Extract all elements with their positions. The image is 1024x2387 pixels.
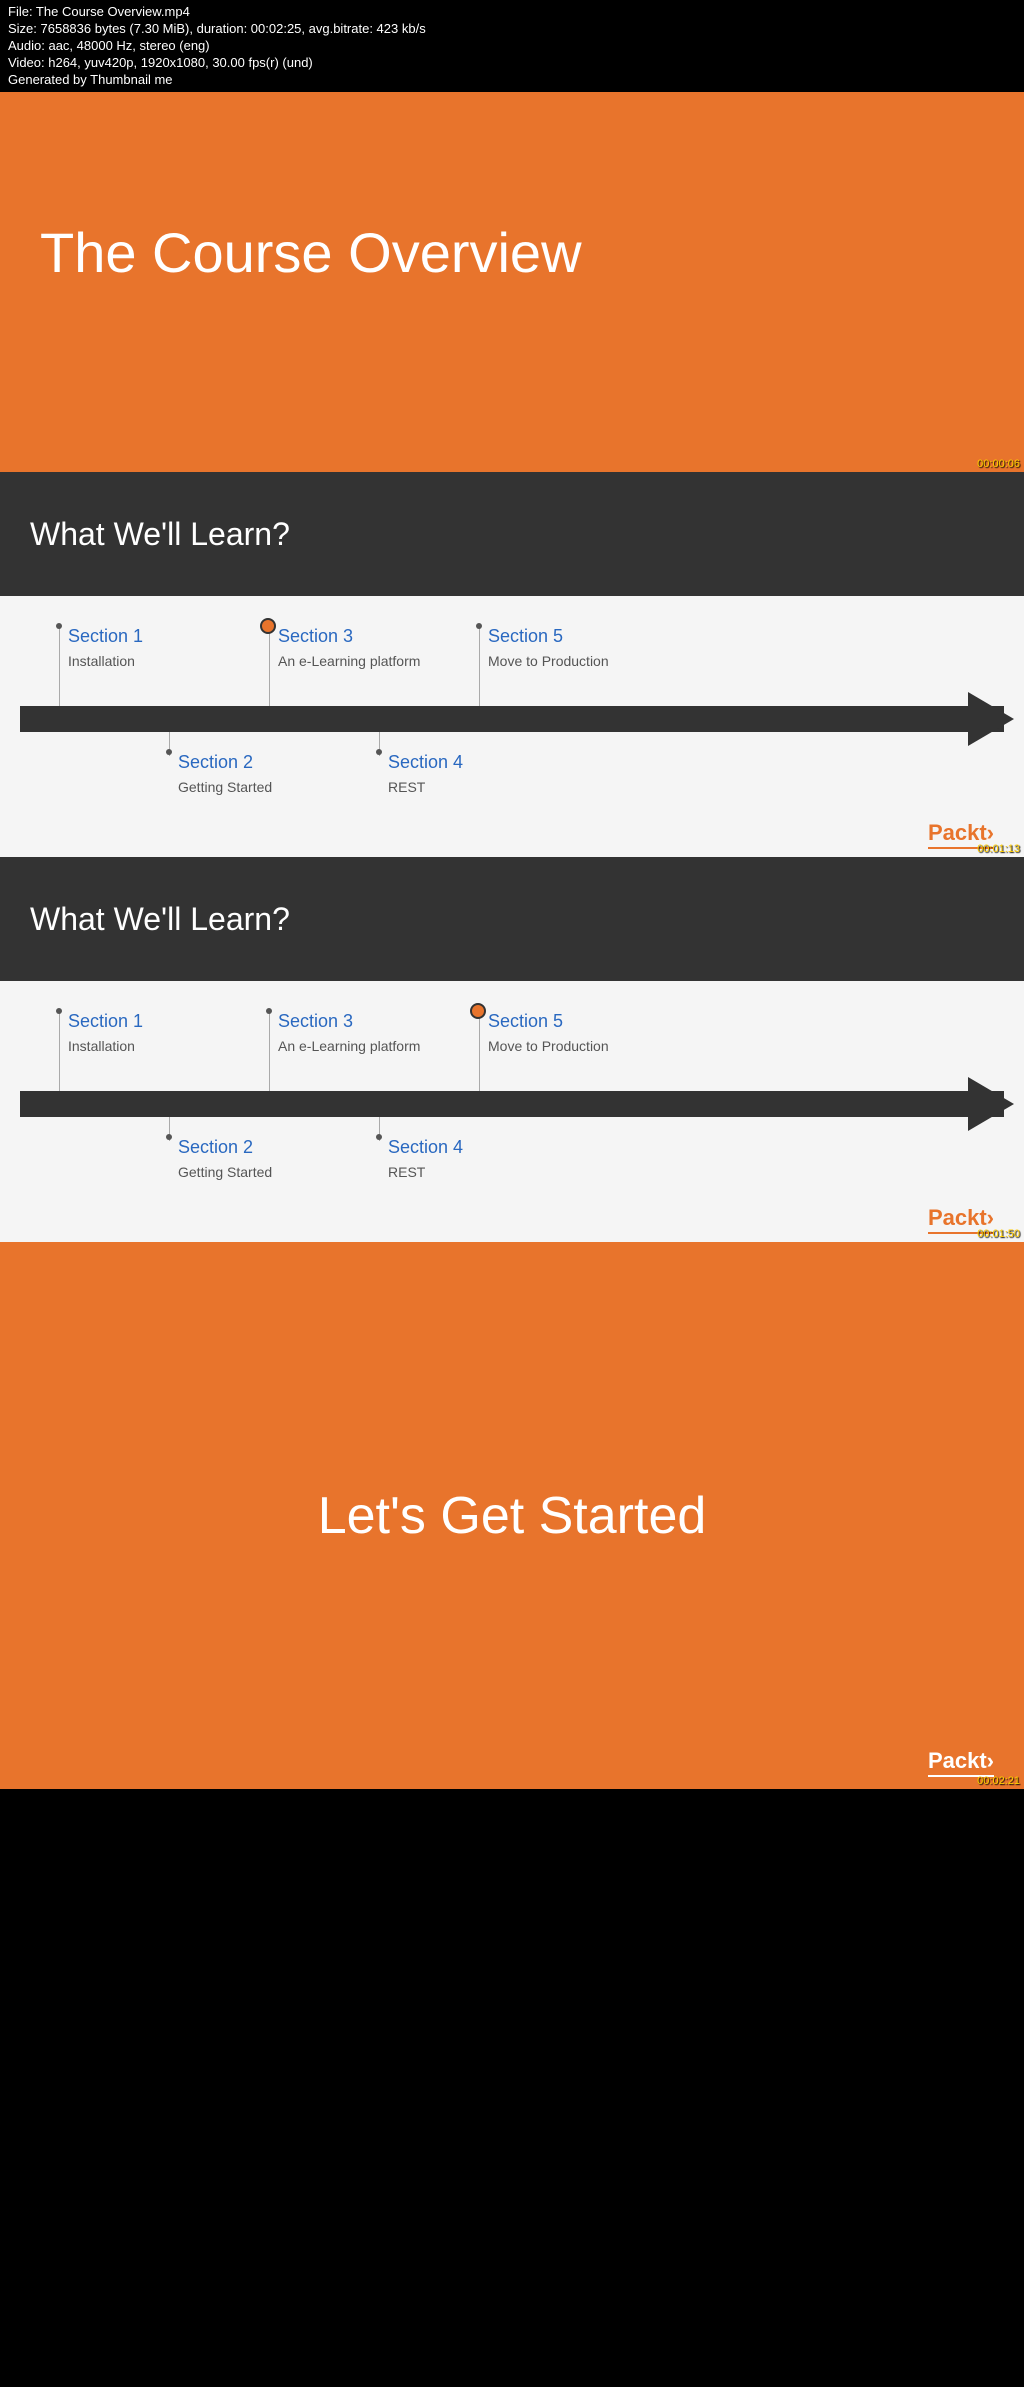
slide-header: What We'll Learn? [0, 857, 1024, 981]
timeline-item-5: Section 5 Move to Production [480, 1011, 680, 1055]
section-title: Section 5 [480, 1011, 680, 1032]
section-desc: Getting Started [170, 1163, 370, 1181]
timeline: Section 1 Installation Section 3 An e-Le… [20, 1011, 1004, 1211]
section-title: Section 5 [480, 626, 680, 647]
timeline-connector [479, 626, 480, 706]
section-desc: REST [380, 778, 580, 796]
section-title: Section 3 [270, 1011, 470, 1032]
section-desc: REST [380, 1163, 580, 1181]
timestamp: 00:02:21 [977, 1775, 1020, 1787]
timeline-connector [269, 1011, 270, 1091]
section-desc: An e-Learning platform [270, 1037, 470, 1055]
section-title: Section 4 [380, 752, 580, 773]
timeline-item-4: Section 4 REST [380, 752, 580, 796]
timeline-item-5: Section 5 Move to Production [480, 626, 680, 670]
timeline-connector [479, 1011, 480, 1091]
slide-learn-1: What We'll Learn? Section 1 Installation… [0, 472, 1024, 857]
slide-content: Section 1 Installation Section 3 An e-Le… [0, 981, 1024, 1242]
timeline-item-4: Section 4 REST [380, 1137, 580, 1181]
timeline-item-3: Section 3 An e-Learning platform [270, 1011, 470, 1055]
meta-file: File: The Course Overview.mp4 [8, 4, 1016, 21]
timestamp: 00:01:13 [977, 843, 1020, 855]
timestamp: 00:01:50 [977, 1228, 1020, 1240]
get-started-title: Let's Get Started [318, 1486, 707, 1546]
course-title: The Course Overview [40, 220, 582, 285]
slide-content: Section 1 Installation Section 3 An e-Le… [0, 596, 1024, 857]
timeline-item-2: Section 2 Getting Started [170, 752, 370, 796]
meta-generated: Generated by Thumbnail me [8, 72, 1016, 89]
timeline-arrowhead-icon [968, 1077, 1014, 1131]
timeline-arrowhead-icon [968, 692, 1014, 746]
section-title: Section 2 [170, 1137, 370, 1158]
timestamp: 00:00:06 [977, 458, 1020, 470]
video-metadata: File: The Course Overview.mp4 Size: 7658… [0, 0, 1024, 92]
slide-header: What We'll Learn? [0, 472, 1024, 596]
timeline-item-1: Section 1 Installation [60, 1011, 260, 1055]
slide-learn-2: What We'll Learn? Section 1 Installation… [0, 857, 1024, 1242]
timeline-connector [269, 626, 270, 706]
timeline: Section 1 Installation Section 3 An e-Le… [20, 626, 1004, 826]
meta-video: Video: h264, yuv420p, 1920x1080, 30.00 f… [8, 55, 1016, 72]
section-desc: Getting Started [170, 778, 370, 796]
timeline-item-3: Section 3 An e-Learning platform [270, 626, 470, 670]
section-desc: An e-Learning platform [270, 652, 470, 670]
section-title: Section 3 [270, 626, 470, 647]
timeline-connector [59, 626, 60, 706]
timeline-arrow [20, 1091, 1004, 1117]
timeline-item-1: Section 1 Installation [60, 626, 260, 670]
section-desc: Installation [60, 652, 260, 670]
slide-header-title: What We'll Learn? [30, 516, 290, 553]
section-title: Section 1 [60, 626, 260, 647]
slide-get-started: Let's Get Started Packt› 00:02:21 [0, 1242, 1024, 1789]
meta-audio: Audio: aac, 48000 Hz, stereo (eng) [8, 38, 1016, 55]
section-desc: Move to Production [480, 652, 680, 670]
slide-title: The Course Overview 00:00:06 [0, 92, 1024, 472]
packt-logo: Packt› [928, 1748, 994, 1777]
section-desc: Installation [60, 1037, 260, 1055]
timeline-connector [59, 1011, 60, 1091]
section-title: Section 1 [60, 1011, 260, 1032]
section-desc: Move to Production [480, 1037, 680, 1055]
section-title: Section 2 [170, 752, 370, 773]
meta-size: Size: 7658836 bytes (7.30 MiB), duration… [8, 21, 1016, 38]
timeline-arrow [20, 706, 1004, 732]
timeline-item-2: Section 2 Getting Started [170, 1137, 370, 1181]
section-title: Section 4 [380, 1137, 580, 1158]
slide-header-title: What We'll Learn? [30, 901, 290, 938]
